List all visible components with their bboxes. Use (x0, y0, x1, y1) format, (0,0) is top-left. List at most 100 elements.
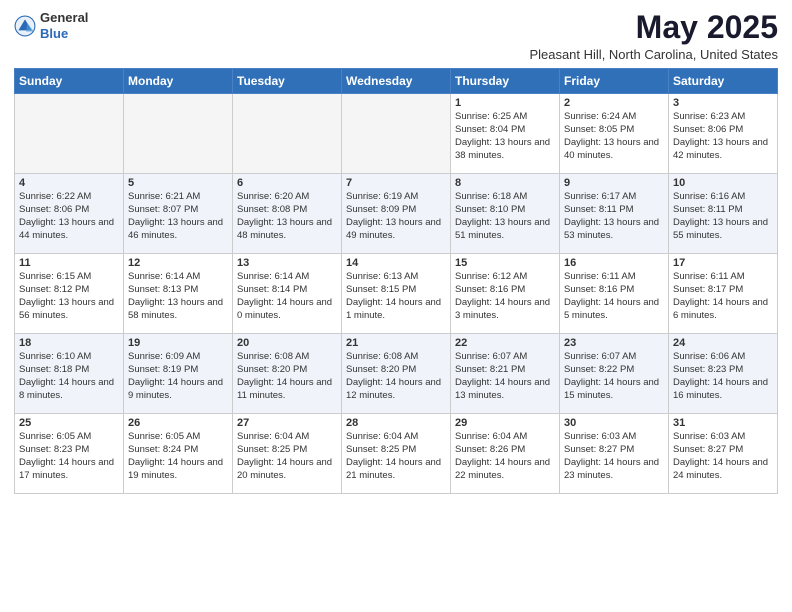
calendar-cell (233, 94, 342, 174)
day-detail: Sunrise: 6:20 AM Sunset: 8:08 PM Dayligh… (237, 191, 337, 242)
calendar-cell: 8 Sunrise: 6:18 AM Sunset: 8:10 PM Daylig… (451, 174, 560, 254)
month-title: May 2025 (529, 10, 778, 45)
calendar-cell: 18Sunrise: 6:10 AM Sunset: 8:18 PM Dayli… (15, 334, 124, 414)
calendar-cell: 2Sunrise: 6:24 AM Sunset: 8:05 PM Daylig… (560, 94, 669, 174)
day-detail: Sunrise: 6:03 AM Sunset: 8:27 PM Dayligh… (673, 431, 773, 482)
day-number: 5 (128, 177, 228, 189)
weekday-header: Tuesday (233, 69, 342, 94)
location: Pleasant Hill, North Carolina, United St… (529, 47, 778, 62)
calendar-cell: 27Sunrise: 6:04 AM Sunset: 8:25 PM Dayli… (233, 414, 342, 494)
calendar-cell: 14 Sunrise: 6:13 AM Sunset: 8:15 PM Dayli… (342, 254, 451, 334)
calendar-cell: 30 Sunrise: 6:03 AM Sunset: 8:27 PM Dayli… (560, 414, 669, 494)
weekday-header-row: SundayMondayTuesdayWednesdayThursdayFrid… (15, 69, 778, 94)
calendar-cell: 22 Sunrise: 6:07 AM Sunset: 8:21 PM Dayli… (451, 334, 560, 414)
day-number: 19 (128, 337, 228, 349)
title-block: May 2025 Pleasant Hill, North Carolina, … (529, 10, 778, 62)
day-detail: Sunrise: 6:17 AM Sunset: 8:11 PM Dayligh… (564, 191, 664, 242)
day-number: 6 (237, 177, 337, 189)
calendar-cell: 7 Sunrise: 6:19 AM Sunset: 8:09 PM Daylig… (342, 174, 451, 254)
day-number: 20 (237, 337, 337, 349)
day-detail: Sunrise: 6:21 AM Sunset: 8:07 PM Dayligh… (128, 191, 228, 242)
calendar-cell (124, 94, 233, 174)
calendar-week-row: 11 Sunrise: 6:15 AM Sunset: 8:12 PM Dayli… (15, 254, 778, 334)
header: General Blue May 2025 Pleasant Hill, Nor… (14, 10, 778, 62)
day-number: 15 (455, 257, 555, 269)
calendar-cell: 12 Sunrise: 6:14 AM Sunset: 8:13 PM Dayli… (124, 254, 233, 334)
day-number: 10 (673, 177, 773, 189)
day-detail: Sunrise: 6:16 AM Sunset: 8:11 PM Dayligh… (673, 191, 773, 242)
calendar-cell: 10 Sunrise: 6:16 AM Sunset: 8:11 PM Dayli… (669, 174, 778, 254)
day-detail: Sunrise: 6:13 AM Sunset: 8:15 PM Dayligh… (346, 271, 446, 322)
logo-icon (14, 15, 36, 37)
calendar-cell: 16 Sunrise: 6:11 AM Sunset: 8:16 PM Dayli… (560, 254, 669, 334)
day-detail: Sunrise: 6:14 AM Sunset: 8:14 PM Dayligh… (237, 271, 337, 322)
calendar-cell: 23Sunrise: 6:07 AM Sunset: 8:22 PM Dayli… (560, 334, 669, 414)
calendar-cell: 31 Sunrise: 6:03 AM Sunset: 8:27 PM Dayli… (669, 414, 778, 494)
day-number: 21 (346, 337, 446, 349)
logo-text: General Blue (40, 10, 88, 41)
day-number: 7 (346, 177, 446, 189)
day-number: 23 (564, 337, 664, 349)
calendar-cell: 24 Sunrise: 6:06 AM Sunset: 8:23 PM Dayli… (669, 334, 778, 414)
day-detail: Sunrise: 6:06 AM Sunset: 8:23 PM Dayligh… (673, 351, 773, 402)
calendar-cell: 26 Sunrise: 6:05 AM Sunset: 8:24 PM Dayli… (124, 414, 233, 494)
day-number: 17 (673, 257, 773, 269)
day-detail: Sunrise: 6:14 AM Sunset: 8:13 PM Dayligh… (128, 271, 228, 322)
day-detail: Sunrise: 6:22 AM Sunset: 8:06 PM Dayligh… (19, 191, 119, 242)
day-detail: Sunrise: 6:04 AM Sunset: 8:26 PM Dayligh… (455, 431, 555, 482)
day-number: 28 (346, 417, 446, 429)
day-detail: Sunrise: 6:07 AM Sunset: 8:21 PM Dayligh… (455, 351, 555, 402)
calendar-cell: 6 Sunrise: 6:20 AM Sunset: 8:08 PM Daylig… (233, 174, 342, 254)
calendar-week-row: 18Sunrise: 6:10 AM Sunset: 8:18 PM Dayli… (15, 334, 778, 414)
day-detail: Sunrise: 6:18 AM Sunset: 8:10 PM Dayligh… (455, 191, 555, 242)
day-number: 22 (455, 337, 555, 349)
calendar-cell: 3 Sunrise: 6:23 AM Sunset: 8:06 PM Daylig… (669, 94, 778, 174)
calendar-cell: 21 Sunrise: 6:08 AM Sunset: 8:20 PM Dayli… (342, 334, 451, 414)
day-detail: Sunrise: 6:19 AM Sunset: 8:09 PM Dayligh… (346, 191, 446, 242)
weekday-header: Wednesday (342, 69, 451, 94)
day-number: 1 (455, 97, 555, 109)
calendar-cell: 17Sunrise: 6:11 AM Sunset: 8:17 PM Dayli… (669, 254, 778, 334)
day-number: 12 (128, 257, 228, 269)
weekday-header: Saturday (669, 69, 778, 94)
weekday-header: Friday (560, 69, 669, 94)
calendar-cell: 29Sunrise: 6:04 AM Sunset: 8:26 PM Dayli… (451, 414, 560, 494)
day-detail: Sunrise: 6:25 AM Sunset: 8:04 PM Dayligh… (455, 111, 555, 162)
calendar-cell: 20 Sunrise: 6:08 AM Sunset: 8:20 PM Dayli… (233, 334, 342, 414)
day-number: 26 (128, 417, 228, 429)
day-number: 4 (19, 177, 119, 189)
calendar-table: SundayMondayTuesdayWednesdayThursdayFrid… (14, 68, 778, 494)
day-detail: Sunrise: 6:09 AM Sunset: 8:19 PM Dayligh… (128, 351, 228, 402)
calendar-cell: 5 Sunrise: 6:21 AM Sunset: 8:07 PM Daylig… (124, 174, 233, 254)
day-number: 24 (673, 337, 773, 349)
logo: General Blue (14, 10, 88, 41)
day-number: 25 (19, 417, 119, 429)
day-detail: Sunrise: 6:08 AM Sunset: 8:20 PM Dayligh… (237, 351, 337, 402)
calendar-cell: 28Sunrise: 6:04 AM Sunset: 8:25 PM Dayli… (342, 414, 451, 494)
day-detail: Sunrise: 6:12 AM Sunset: 8:16 PM Dayligh… (455, 271, 555, 322)
day-number: 27 (237, 417, 337, 429)
day-detail: Sunrise: 6:15 AM Sunset: 8:12 PM Dayligh… (19, 271, 119, 322)
weekday-header: Sunday (15, 69, 124, 94)
calendar-cell: 13Sunrise: 6:14 AM Sunset: 8:14 PM Dayli… (233, 254, 342, 334)
day-detail: Sunrise: 6:05 AM Sunset: 8:24 PM Dayligh… (128, 431, 228, 482)
day-detail: Sunrise: 6:08 AM Sunset: 8:20 PM Dayligh… (346, 351, 446, 402)
day-detail: Sunrise: 6:05 AM Sunset: 8:23 PM Dayligh… (19, 431, 119, 482)
day-detail: Sunrise: 6:10 AM Sunset: 8:18 PM Dayligh… (19, 351, 119, 402)
day-detail: Sunrise: 6:03 AM Sunset: 8:27 PM Dayligh… (564, 431, 664, 482)
day-number: 16 (564, 257, 664, 269)
calendar-cell: 11 Sunrise: 6:15 AM Sunset: 8:12 PM Dayli… (15, 254, 124, 334)
day-number: 14 (346, 257, 446, 269)
day-number: 11 (19, 257, 119, 269)
day-number: 3 (673, 97, 773, 109)
day-detail: Sunrise: 6:23 AM Sunset: 8:06 PM Dayligh… (673, 111, 773, 162)
calendar-week-row: 4 Sunrise: 6:22 AM Sunset: 8:06 PM Daylig… (15, 174, 778, 254)
calendar-cell: 9 Sunrise: 6:17 AM Sunset: 8:11 PM Daylig… (560, 174, 669, 254)
day-number: 8 (455, 177, 555, 189)
day-detail: Sunrise: 6:11 AM Sunset: 8:16 PM Dayligh… (564, 271, 664, 322)
day-number: 31 (673, 417, 773, 429)
day-number: 9 (564, 177, 664, 189)
calendar-cell: 1 Sunrise: 6:25 AM Sunset: 8:04 PM Daylig… (451, 94, 560, 174)
day-number: 30 (564, 417, 664, 429)
calendar-cell: 19 Sunrise: 6:09 AM Sunset: 8:19 PM Dayli… (124, 334, 233, 414)
